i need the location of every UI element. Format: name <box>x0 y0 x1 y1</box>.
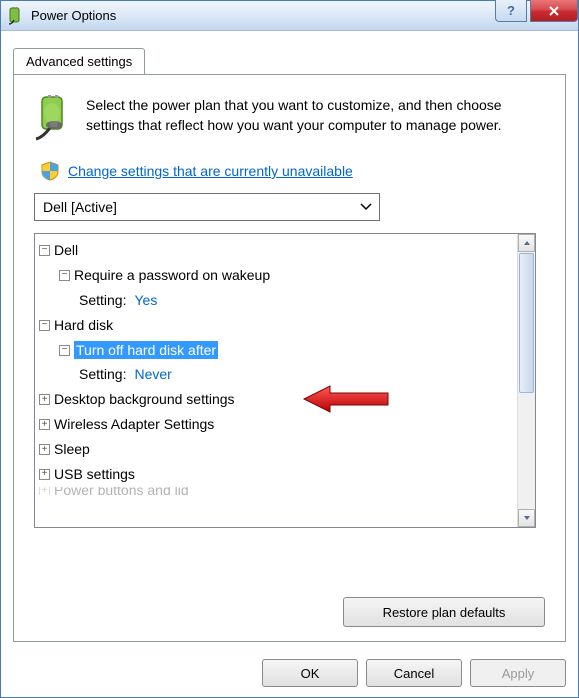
tree-node-harddisk[interactable]: − Hard disk <box>39 313 531 338</box>
setting-value: Yes <box>134 291 157 310</box>
tree-label-selected: Turn off hard disk after <box>74 341 218 360</box>
chevron-down-icon <box>357 203 375 211</box>
red-arrow-annotation <box>300 384 390 417</box>
scrollbar[interactable] <box>517 234 535 527</box>
intro-row: Select the power plan that you want to c… <box>34 95 545 143</box>
apply-button[interactable]: Apply <box>470 659 566 687</box>
tab-content: Select the power plan that you want to c… <box>13 74 566 642</box>
tree-label: Power buttons and lid <box>54 487 189 495</box>
collapse-icon[interactable]: − <box>39 245 50 256</box>
tree-label: Require a password on wakeup <box>74 266 270 285</box>
collapse-icon[interactable]: − <box>59 345 70 356</box>
tree-node-power-buttons[interactable]: + Power buttons and lid <box>39 487 531 495</box>
tree-label: Hard disk <box>54 316 113 335</box>
uac-shield-row: Change settings that are currently unava… <box>40 161 545 181</box>
scroll-thumb[interactable] <box>519 253 534 393</box>
setting-label: Setting: <box>79 291 126 310</box>
settings-tree: − Dell − Require a password on wakeup Se… <box>34 233 536 528</box>
power-plan-combo[interactable]: Dell [Active] <box>34 193 380 221</box>
expand-icon[interactable]: + <box>39 419 50 430</box>
tree-setting-password[interactable]: Setting: Yes <box>39 288 531 313</box>
tree-node-sleep[interactable]: + Sleep <box>39 437 531 462</box>
tree-label: Dell <box>54 241 78 260</box>
dialog-buttons: OK Cancel Apply <box>262 659 566 687</box>
tree-setting-turnoff-harddisk[interactable]: Setting: Never <box>39 362 531 387</box>
tree-node-desktop-bg[interactable]: + Desktop background settings <box>39 387 531 412</box>
collapse-icon[interactable]: − <box>39 320 50 331</box>
collapse-icon[interactable]: − <box>59 270 70 281</box>
shield-icon <box>40 161 60 181</box>
expand-icon[interactable]: + <box>39 394 50 405</box>
tab-area: Advanced settings Select the power plan … <box>1 31 578 642</box>
tree-node-wireless[interactable]: + Wireless Adapter Settings <box>39 412 531 437</box>
tree-node-usb[interactable]: + USB settings <box>39 462 531 487</box>
tab-advanced-settings[interactable]: Advanced settings <box>13 48 145 75</box>
tree-node-dell[interactable]: − Dell <box>39 238 531 263</box>
close-icon <box>548 5 560 17</box>
cancel-button[interactable]: Cancel <box>366 659 462 687</box>
tree-node-turnoff-harddisk[interactable]: − Turn off hard disk after <box>39 338 531 363</box>
window-title: Power Options <box>31 8 116 23</box>
expand-icon[interactable]: + <box>39 469 50 480</box>
restore-defaults-button[interactable]: Restore plan defaults <box>343 597 545 627</box>
expand-icon[interactable]: + <box>39 444 50 455</box>
scroll-up-icon[interactable] <box>518 234 535 252</box>
tree-label: USB settings <box>54 465 135 484</box>
setting-label: Setting: <box>79 365 126 384</box>
change-settings-link[interactable]: Change settings that are currently unava… <box>68 163 353 179</box>
power-icon <box>7 7 25 25</box>
combo-selected-text: Dell [Active] <box>43 199 117 215</box>
tree-label: Wireless Adapter Settings <box>54 415 214 434</box>
battery-plug-icon <box>34 95 74 143</box>
help-button[interactable]: ? <box>495 0 527 22</box>
close-button[interactable] <box>530 0 578 22</box>
tree-label: Sleep <box>54 440 90 459</box>
setting-value: Never <box>134 365 171 384</box>
expand-icon[interactable]: + <box>39 487 50 495</box>
scroll-down-icon[interactable] <box>518 509 535 527</box>
intro-text: Select the power plan that you want to c… <box>86 95 545 143</box>
tree-label: Desktop background settings <box>54 390 235 409</box>
tree-node-password[interactable]: − Require a password on wakeup <box>39 263 531 288</box>
ok-button[interactable]: OK <box>262 659 358 687</box>
power-options-window: Power Options ? Advanced settings <box>0 0 579 698</box>
titlebar[interactable]: Power Options ? <box>1 1 578 31</box>
